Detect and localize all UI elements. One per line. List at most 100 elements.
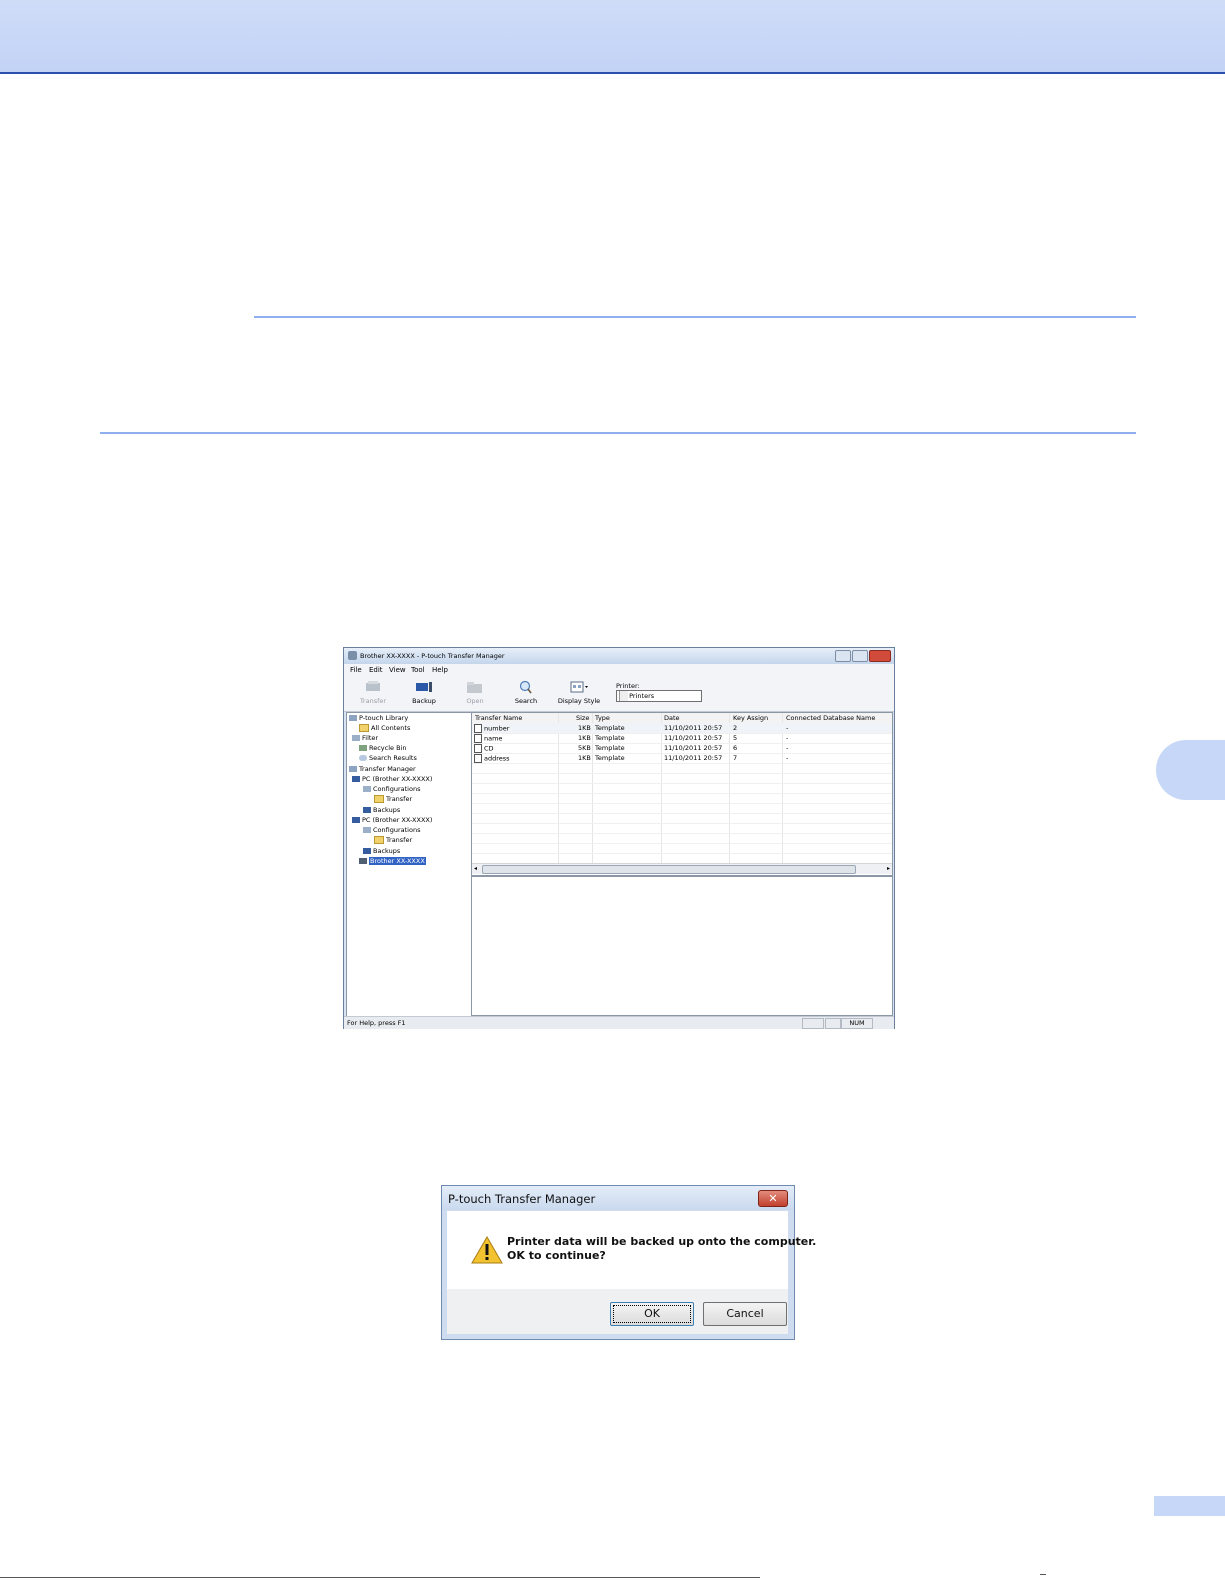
filter-icon [352,735,360,741]
tree-item-pc-1[interactable]: PC (Brother XX-XXXX) [352,775,432,783]
open-button[interactable]: Open [450,678,500,710]
tree-label: Transfer Manager [359,765,416,773]
dialog-message-line1: Printer data will be backed up onto the … [507,1235,817,1248]
cell-key-assign: 5 [733,734,738,742]
transfer-manager-icon [349,766,357,772]
tree-item-search-results[interactable]: Search Results [359,754,417,762]
transfer-button[interactable]: Transfer [348,678,398,710]
note-bottom-rule [100,432,1136,434]
status-bar: For Help, press F1 NUM [344,1016,894,1029]
cell-db: - [786,744,789,752]
cell-name: CD [474,744,494,753]
cell-name: address [474,754,510,763]
note-top-rule [254,316,1136,318]
dialog-message-line2: OK to continue? [507,1249,606,1262]
folder-icon [374,795,384,803]
cell-size: 1KB [578,724,591,732]
menu-tool[interactable]: Tool [411,666,425,674]
row-name-text: number [484,724,510,733]
column-size[interactable]: Size [576,714,589,722]
cell-size: 5KB [578,744,591,752]
toolbar: Transfer Backup Open Search Display Styl… [344,675,894,712]
backup-button[interactable]: Backup [399,678,449,710]
tree-item-library[interactable]: P-touch Library [349,714,408,722]
dialog-title-bar: P-touch Transfer Manager ✕ [442,1186,794,1210]
dialog-body: Printer data will be backed up onto the … [447,1211,816,1289]
tree-item-configurations-1[interactable]: Configurations [363,785,420,793]
status-panel [802,1018,824,1029]
tree-label: Transfer [386,836,413,844]
column-key-assign[interactable]: Key Assign [733,714,768,722]
template-file-icon [474,744,482,753]
tree-item-backups-1[interactable]: Backups [363,806,400,814]
display-style-label: Display Style [557,697,601,705]
row-name-text: address [484,754,510,763]
menu-help[interactable]: Help [432,666,448,674]
chevron-down-icon[interactable] [619,691,628,701]
row-name-text: CD [484,744,494,753]
tree-item-backups-2[interactable]: Backups [363,847,400,855]
configurations-icon [363,786,371,792]
column-type[interactable]: Type [595,714,610,722]
tree-label: Brother XX-XXXX [369,857,426,865]
empty-row [472,843,892,854]
close-icon[interactable] [869,650,891,662]
menu-bar: File Edit View Tool Help [344,664,894,675]
ok-button[interactable]: OK [610,1302,694,1326]
scroll-left-icon[interactable]: ◂ [474,865,477,872]
window-title-bar: Brother XX-XXXX - P-touch Transfer Manag… [344,648,894,664]
transfer-list: Transfer Name Size Type Date Key Assign … [471,712,893,876]
open-folder-icon [467,682,482,693]
cancel-button[interactable]: Cancel [703,1302,787,1326]
column-transfer-name[interactable]: Transfer Name [475,714,522,722]
template-file-icon [474,724,482,733]
tree-label: PC (Brother XX-XXXX) [362,816,433,824]
warning-icon [471,1236,503,1264]
cell-key-assign: 6 [733,744,738,752]
backups-icon [363,807,371,813]
scroll-thumb[interactable] [482,865,856,874]
display-style-button[interactable]: Display Style [554,678,604,710]
search-icon [519,680,532,694]
menu-edit[interactable]: Edit [369,666,383,674]
cell-key-assign: 7 [733,754,738,762]
tree-item-configurations-2[interactable]: Configurations [363,826,420,834]
tree-label: Filter [362,734,379,742]
tree-item-device[interactable]: Brother XX-XXXX [359,857,426,865]
transfer-icon [366,681,380,691]
tree-item-pc-2[interactable]: PC (Brother XX-XXXX) [352,816,432,824]
tree-label: All Contents [371,724,411,732]
column-connected-db[interactable]: Connected Database Name [786,714,875,722]
tree-label: P-touch Library [359,714,409,722]
dialog-footer: OK Cancel [447,1289,788,1334]
status-num: NUM [841,1018,873,1029]
tree-item-recycle-bin[interactable]: Recycle Bin [359,744,406,752]
tree-item-filter[interactable]: Filter [352,734,378,742]
column-date[interactable]: Date [664,714,680,722]
menu-file[interactable]: File [350,666,362,674]
tree-item-transfer-manager[interactable]: Transfer Manager [349,765,416,773]
tree-item-transfer-1[interactable]: Transfer [374,795,412,803]
folder-icon [359,724,369,732]
scroll-right-icon[interactable]: ▸ [887,865,890,872]
window-controls [834,650,891,662]
tree-item-transfer-2[interactable]: Transfer [374,836,412,844]
template-file-icon [474,754,482,763]
tree-label: Configurations [373,785,421,793]
menu-view[interactable]: View [389,666,406,674]
maximize-icon[interactable] [852,650,868,662]
page-header-band [0,0,1225,74]
transfer-label: Transfer [359,697,387,705]
close-icon[interactable]: ✕ [758,1190,788,1207]
footer-mark [1040,1574,1046,1578]
cell-db: - [786,754,789,762]
printer-select[interactable]: All Printers [616,690,702,702]
cell-type: Template [595,724,625,732]
search-button[interactable]: Search [501,678,551,710]
horizontal-scrollbar[interactable]: ◂ ▸ [472,863,892,874]
folder-icon [374,836,384,844]
backup-confirm-dialog: P-touch Transfer Manager ✕ Printer data … [441,1185,816,1340]
minimize-icon[interactable] [835,650,851,662]
tree-label: Transfer [386,795,413,803]
tree-item-all-contents[interactable]: All Contents [359,724,410,732]
